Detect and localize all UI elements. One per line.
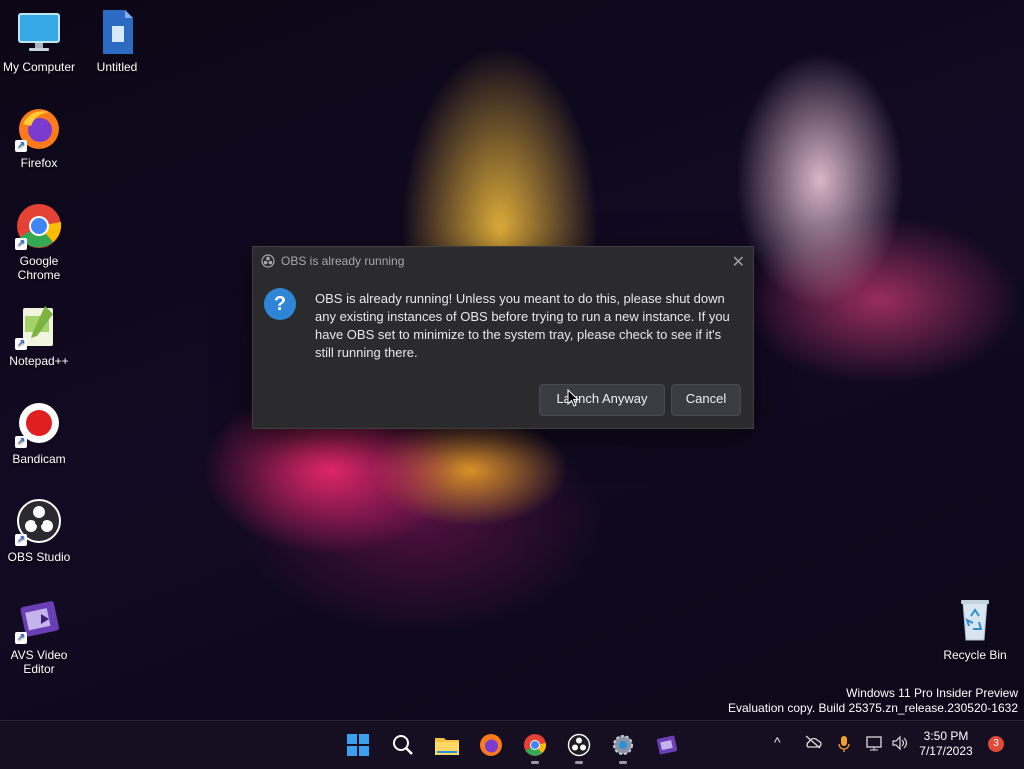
desktop-icon-my-computer[interactable]: My Computer — [1, 8, 77, 74]
desktop-icon-label: Notepad++ — [9, 354, 69, 368]
watermark-line-1: Windows 11 Pro Insider Preview — [846, 686, 1018, 700]
search-icon — [393, 735, 413, 755]
video-file-icon — [93, 8, 141, 56]
evaluation-watermark: Windows 11 Pro Insider Preview Evaluatio… — [728, 686, 1018, 716]
obs-icon — [261, 254, 275, 268]
settings-icon — [613, 735, 633, 755]
start-button[interactable] — [342, 729, 374, 761]
avs-video-editor-icon — [656, 735, 678, 755]
taskbar-avs-video-editor[interactable] — [651, 729, 683, 761]
bandicam-record-icon: ↗ — [15, 400, 63, 448]
running-indicator — [575, 761, 583, 764]
shortcut-arrow-icon: ↗ — [15, 436, 27, 448]
close-icon[interactable]: ✕ — [732, 252, 745, 272]
desktop-icon-label: My Computer — [2, 60, 76, 74]
obs-icon — [567, 733, 591, 757]
desktop-icon-untitled[interactable]: Untitled — [79, 8, 155, 74]
running-indicator — [619, 761, 627, 764]
file-explorer-icon — [435, 738, 459, 755]
shortcut-arrow-icon: ↗ — [15, 140, 27, 152]
desktop-icon-label: Untitled — [96, 60, 138, 74]
notepad-plus-plus-icon: ↗ — [15, 302, 63, 350]
show-hidden-icons-chevron[interactable]: ^ — [774, 734, 781, 750]
watermark-line-2: Evaluation copy. Build 25375.zn_release.… — [728, 701, 1018, 715]
desktop-icon-label: Firefox — [20, 156, 58, 170]
firefox-icon: ↗ — [15, 104, 63, 152]
dialog-title: OBS is already running — [281, 254, 405, 268]
shortcut-arrow-icon: ↗ — [15, 534, 27, 546]
dialog-titlebar[interactable]: OBS is already running — [253, 247, 753, 275]
taskbar-search-button[interactable] — [387, 729, 419, 761]
desktop-icon-label: OBS Studio — [7, 550, 71, 564]
desktop-icon-label: AVS Video Editor — [10, 648, 68, 676]
taskbar: ^ 3:50 PM 7/17/2023 — [0, 720, 1024, 769]
recycle-bin-icon — [951, 596, 999, 644]
desktop-icon-notepad-plus-plus[interactable]: ↗ Notepad++ — [1, 302, 77, 368]
taskbar-settings[interactable] — [607, 729, 639, 764]
taskbar-firefox[interactable] — [475, 729, 507, 761]
cancel-button[interactable]: Cancel — [671, 384, 741, 416]
taskbar-obs[interactable] — [563, 729, 595, 764]
question-icon: ? — [264, 288, 296, 320]
desktop-icon-avs-video-editor[interactable]: ↗ AVS Video Editor — [1, 596, 77, 676]
desktop-icon-google-chrome[interactable]: ↗ Google Chrome — [1, 202, 77, 282]
running-indicator — [531, 761, 539, 764]
clock-time: 3:50 PM — [923, 729, 969, 743]
shortcut-arrow-icon: ↗ — [15, 338, 27, 350]
desktop-icon-obs-studio[interactable]: ↗ OBS Studio — [1, 498, 77, 564]
mouse-pointer-icon — [567, 389, 579, 407]
desktop-icon-label: Recycle Bin — [943, 648, 1007, 662]
dialog-message: OBS is already running! Unless you meant… — [315, 291, 730, 360]
obs-icon: ↗ — [15, 498, 63, 546]
microphone-icon[interactable] — [838, 735, 850, 756]
taskbar-chrome[interactable] — [519, 729, 551, 764]
monitor-icon — [15, 8, 63, 56]
launch-anyway-button[interactable]: Launch Anyway — [539, 384, 665, 416]
desktop-icon-label: Bandicam — [12, 452, 66, 466]
firefox-icon — [480, 734, 502, 756]
onedrive-offline-icon[interactable] — [804, 735, 822, 752]
volume-icon[interactable] — [891, 735, 909, 754]
network-icon[interactable] — [866, 735, 884, 754]
desktop-icon-bandicam[interactable]: ↗ Bandicam — [1, 400, 77, 466]
obs-already-running-dialog: OBS is already running ✕ ? OBS is alread… — [252, 246, 754, 429]
chrome-icon: ↗ — [15, 202, 63, 250]
desktop-icon-firefox[interactable]: ↗ Firefox — [1, 104, 77, 170]
desktop-icon-label: Google Chrome — [17, 254, 61, 282]
desktop-icon-recycle-bin[interactable]: Recycle Bin — [937, 596, 1013, 662]
film-strip-icon: ↗ — [15, 596, 63, 644]
notification-badge[interactable]: 3 — [988, 736, 1004, 752]
clock-date: 7/17/2023 — [919, 744, 973, 758]
taskbar-clock[interactable]: 3:50 PM 7/17/2023 — [918, 729, 974, 759]
windows-start-icon — [347, 734, 369, 756]
shortcut-arrow-icon: ↗ — [15, 632, 27, 644]
taskbar-file-explorer[interactable] — [431, 729, 463, 761]
shortcut-arrow-icon: ↗ — [15, 238, 27, 250]
chrome-icon — [524, 734, 547, 756]
